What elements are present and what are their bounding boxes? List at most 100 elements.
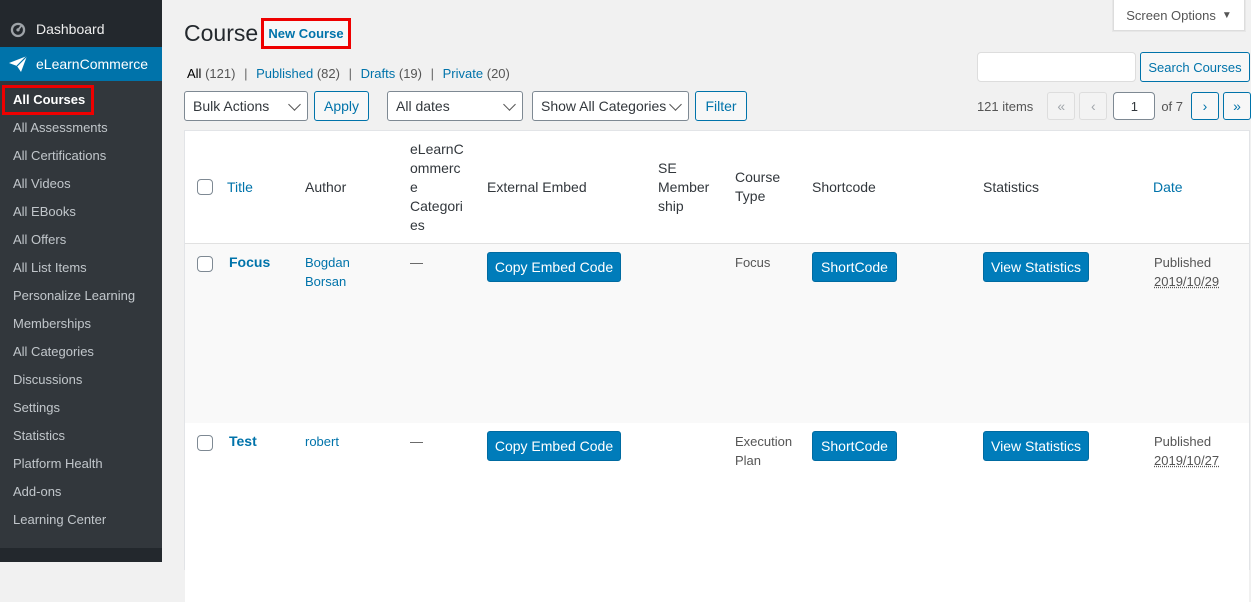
search-courses-button[interactable]: Search Courses bbox=[1140, 52, 1250, 82]
row-checkbox[interactable] bbox=[197, 435, 213, 451]
sidebar-item-statistics[interactable]: Statistics bbox=[0, 422, 162, 450]
apply-button[interactable]: Apply bbox=[314, 91, 369, 121]
sidebar-item-add-ons[interactable]: Add-ons bbox=[0, 478, 162, 506]
bulk-actions-select[interactable]: Bulk Actions bbox=[184, 91, 308, 121]
select-all-checkbox[interactable] bbox=[197, 179, 213, 195]
column-date[interactable]: Date bbox=[1153, 178, 1183, 197]
date-filter-select[interactable]: All dates bbox=[387, 91, 523, 121]
sidebar-item-all-videos[interactable]: All Videos bbox=[0, 170, 162, 198]
new-course-button[interactable]: New Course bbox=[261, 18, 351, 49]
author-link[interactable]: Bogdan Borsan bbox=[305, 253, 350, 291]
caret-down-icon: ▼ bbox=[1222, 10, 1232, 21]
sidebar-item-all-categories[interactable]: All Categories bbox=[0, 338, 162, 366]
column-course-type: Course Type bbox=[735, 168, 780, 206]
column-categories-line: eLearnC bbox=[410, 140, 480, 159]
separator: | bbox=[431, 66, 434, 81]
first-page-button[interactable]: « bbox=[1047, 92, 1075, 120]
courses-table: Title Author eLearnC ommerc e Categori e… bbox=[184, 130, 1250, 570]
course-type-line: Focus bbox=[735, 253, 770, 272]
sidebar-item-learning-center[interactable]: Learning Center bbox=[0, 506, 162, 534]
row-checkbox[interactable] bbox=[197, 256, 213, 272]
paper-plane-icon bbox=[0, 55, 36, 73]
sidebar-item-label: Dashboard bbox=[36, 21, 105, 37]
category-filter-select[interactable]: Show All Categories bbox=[532, 91, 689, 121]
main-content: Screen Options ▼ Course New Course All (… bbox=[162, 0, 1251, 562]
categories-value: — bbox=[410, 253, 423, 272]
table-row: Focus Bogdan Borsan — Copy Embed Code Fo… bbox=[185, 244, 1249, 423]
sidebar-item-personalize-learning[interactable]: Personalize Learning bbox=[0, 282, 162, 310]
author-link[interactable]: robert bbox=[305, 432, 339, 451]
sidebar-item-label: eLearnCommerce bbox=[36, 56, 148, 72]
screen-options-button[interactable]: Screen Options ▼ bbox=[1113, 0, 1245, 31]
copy-embed-code-button[interactable]: Copy Embed Code bbox=[487, 252, 621, 282]
sidebar-item-memberships[interactable]: Memberships bbox=[0, 310, 162, 338]
shortcode-button[interactable]: ShortCode bbox=[812, 431, 897, 461]
sidebar-item-all-offers[interactable]: All Offers bbox=[0, 226, 162, 254]
column-shortcode: Shortcode bbox=[812, 178, 876, 197]
filter-button[interactable]: Filter bbox=[695, 91, 747, 121]
categories-value: — bbox=[410, 432, 423, 451]
chevron-down-icon bbox=[669, 98, 682, 111]
column-membership-line: SE bbox=[658, 159, 709, 178]
sidebar-item-dashboard[interactable]: Dashboard bbox=[0, 12, 162, 46]
sidebar-item-all-certifications[interactable]: All Certifications bbox=[0, 142, 162, 170]
column-author: Author bbox=[305, 178, 346, 197]
last-page-button[interactable]: » bbox=[1223, 92, 1251, 120]
view-statistics-button[interactable]: View Statistics bbox=[983, 252, 1089, 282]
author-name-line: robert bbox=[305, 432, 339, 451]
sidebar-item-platform-health[interactable]: Platform Health bbox=[0, 450, 162, 478]
column-course-type-line: Course bbox=[735, 168, 780, 187]
column-membership-line: Member bbox=[658, 178, 709, 197]
pagination: 121 items « ‹ 1 of 7 › » bbox=[977, 91, 1251, 121]
view-statistics-button[interactable]: View Statistics bbox=[983, 431, 1089, 461]
page-title: Course bbox=[184, 20, 258, 47]
sidebar-item-all-ebooks[interactable]: All EBooks bbox=[0, 198, 162, 226]
separator: | bbox=[349, 66, 352, 81]
sidebar-submenu: All Courses All Assessments All Certific… bbox=[0, 81, 162, 548]
status-label: Published bbox=[1154, 253, 1219, 272]
sidebar-item-all-courses[interactable]: All Courses bbox=[0, 86, 162, 114]
view-published-link[interactable]: Published bbox=[256, 66, 313, 81]
table-header: Title Author eLearnC ommerc e Categori e… bbox=[185, 131, 1249, 244]
view-drafts-link[interactable]: Drafts bbox=[361, 66, 396, 81]
sidebar-item-settings[interactable]: Settings bbox=[0, 394, 162, 422]
chevron-down-icon bbox=[288, 98, 301, 111]
sidebar-item-discussions[interactable]: Discussions bbox=[0, 366, 162, 394]
column-course-type-line: Type bbox=[735, 187, 780, 206]
view-all-count: (121) bbox=[205, 66, 235, 81]
copy-embed-code-button[interactable]: Copy Embed Code bbox=[487, 431, 621, 461]
bulk-actions-value: Bulk Actions bbox=[193, 98, 269, 114]
shortcode-button[interactable]: ShortCode bbox=[812, 252, 897, 282]
view-filters: All (121) | Published (82) | Drafts (19)… bbox=[187, 66, 510, 81]
column-title[interactable]: Title bbox=[227, 178, 253, 197]
current-page-input[interactable]: 1 bbox=[1113, 92, 1155, 120]
items-count: 121 items bbox=[977, 99, 1033, 114]
course-type-line: Execution bbox=[735, 432, 792, 451]
separator: | bbox=[244, 66, 247, 81]
sidebar-item-all-list-items[interactable]: All List Items bbox=[0, 254, 162, 282]
screen-options-label: Screen Options bbox=[1126, 8, 1216, 23]
course-title-link[interactable]: Test bbox=[229, 432, 257, 451]
date-cell: Published 2019/10/29 bbox=[1154, 253, 1219, 291]
column-membership: SE Member ship bbox=[658, 159, 709, 216]
status-label: Published bbox=[1154, 432, 1219, 451]
column-statistics: Statistics bbox=[983, 178, 1039, 197]
sidebar-item-all-assessments[interactable]: All Assessments bbox=[0, 114, 162, 142]
column-membership-line: ship bbox=[658, 197, 709, 216]
sidebar-item-elearncommerce[interactable]: eLearnCommerce bbox=[0, 47, 162, 81]
author-name-line: Bogdan bbox=[305, 253, 350, 272]
view-private-link[interactable]: Private bbox=[443, 66, 483, 81]
view-published-count: (82) bbox=[317, 66, 340, 81]
view-drafts-count: (19) bbox=[399, 66, 422, 81]
next-page-button[interactable]: › bbox=[1191, 92, 1219, 120]
column-categories-line: Categori bbox=[410, 197, 480, 216]
dashboard-icon bbox=[0, 20, 36, 38]
view-all-link[interactable]: All bbox=[187, 66, 201, 81]
course-type-value: Execution Plan bbox=[735, 432, 792, 470]
search-input[interactable] bbox=[977, 52, 1136, 82]
column-categories: eLearnC ommerc e Categori es bbox=[410, 140, 480, 235]
column-external-embed: External Embed bbox=[487, 178, 587, 197]
course-title-link[interactable]: Focus bbox=[229, 253, 270, 272]
author-name-line: Borsan bbox=[305, 272, 350, 291]
prev-page-button[interactable]: ‹ bbox=[1079, 92, 1107, 120]
